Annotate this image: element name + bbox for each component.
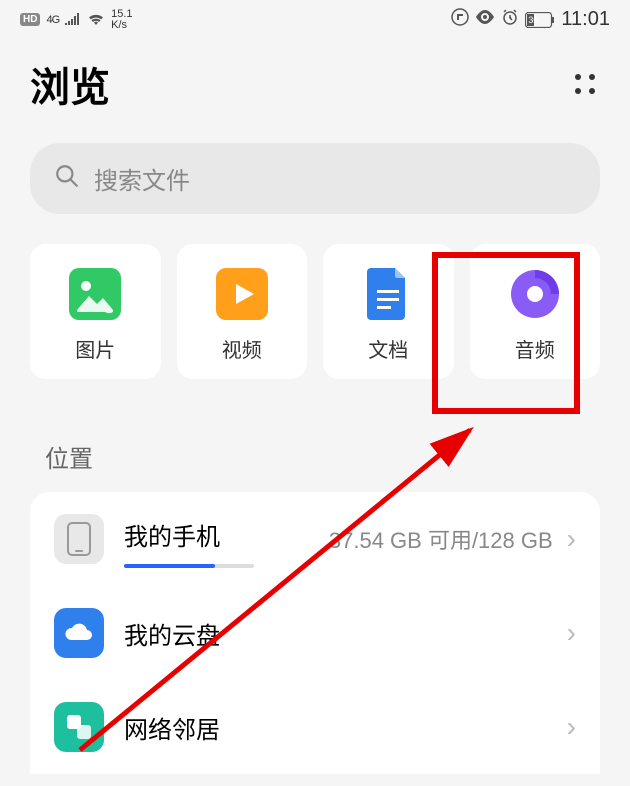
category-label: 文档 <box>368 334 408 363</box>
storage-progress <box>124 564 254 568</box>
alarm-icon <box>501 8 519 31</box>
net-speed: 15.1K/s <box>111 9 132 31</box>
location-my-cloud[interactable]: 我的云盘 › <box>30 586 600 680</box>
more-menu-button[interactable] <box>570 69 600 99</box>
phone-icon <box>54 514 104 564</box>
page-header: 浏览 <box>0 35 630 143</box>
cast-icon <box>451 8 469 31</box>
category-videos[interactable]: 视频 <box>177 244 308 379</box>
images-icon <box>69 268 121 320</box>
storage-info: 37.54 GB 可用/128 GB <box>329 523 553 555</box>
category-label: 图片 <box>75 334 115 363</box>
search-input[interactable]: 搜索文件 <box>30 143 600 214</box>
category-grid: 图片 视频 文档 音频 <box>0 244 630 419</box>
docs-icon <box>362 268 414 320</box>
videos-icon <box>216 268 268 320</box>
locations-list: 我的手机 37.54 GB 可用/128 GB › 我的云盘 › 网络邻居 › <box>30 492 600 774</box>
section-header-location: 位置 <box>0 419 630 492</box>
search-placeholder: 搜索文件 <box>94 161 190 196</box>
audio-icon <box>509 268 561 320</box>
cloud-icon <box>54 608 104 658</box>
search-icon <box>54 163 80 194</box>
page-title: 浏览 <box>30 55 110 113</box>
battery-icon: 30 <box>525 12 555 28</box>
hd-badge: HD <box>20 13 40 26</box>
category-audio[interactable]: 音频 <box>470 244 601 379</box>
wifi-icon <box>87 11 105 28</box>
location-label: 网络邻居 <box>124 710 547 745</box>
location-label: 我的云盘 <box>124 616 547 651</box>
chevron-right-icon: › <box>567 523 576 555</box>
category-images[interactable]: 图片 <box>30 244 161 379</box>
network-type: 4G <box>46 14 59 26</box>
location-label: 我的手机 <box>124 517 315 562</box>
eye-icon <box>475 10 495 29</box>
category-docs[interactable]: 文档 <box>323 244 454 379</box>
clock-time: 11:01 <box>561 8 610 31</box>
signal-icon <box>65 12 81 28</box>
location-my-phone[interactable]: 我的手机 37.54 GB 可用/128 GB › <box>30 492 600 586</box>
status-bar: HD 4G 15.1K/s 30 11:01 <box>0 0 630 35</box>
chevron-right-icon: › <box>567 711 576 743</box>
location-network[interactable]: 网络邻居 › <box>30 680 600 774</box>
category-label: 音频 <box>515 334 555 363</box>
chevron-right-icon: › <box>567 617 576 649</box>
network-icon <box>54 702 104 752</box>
category-label: 视频 <box>222 334 262 363</box>
